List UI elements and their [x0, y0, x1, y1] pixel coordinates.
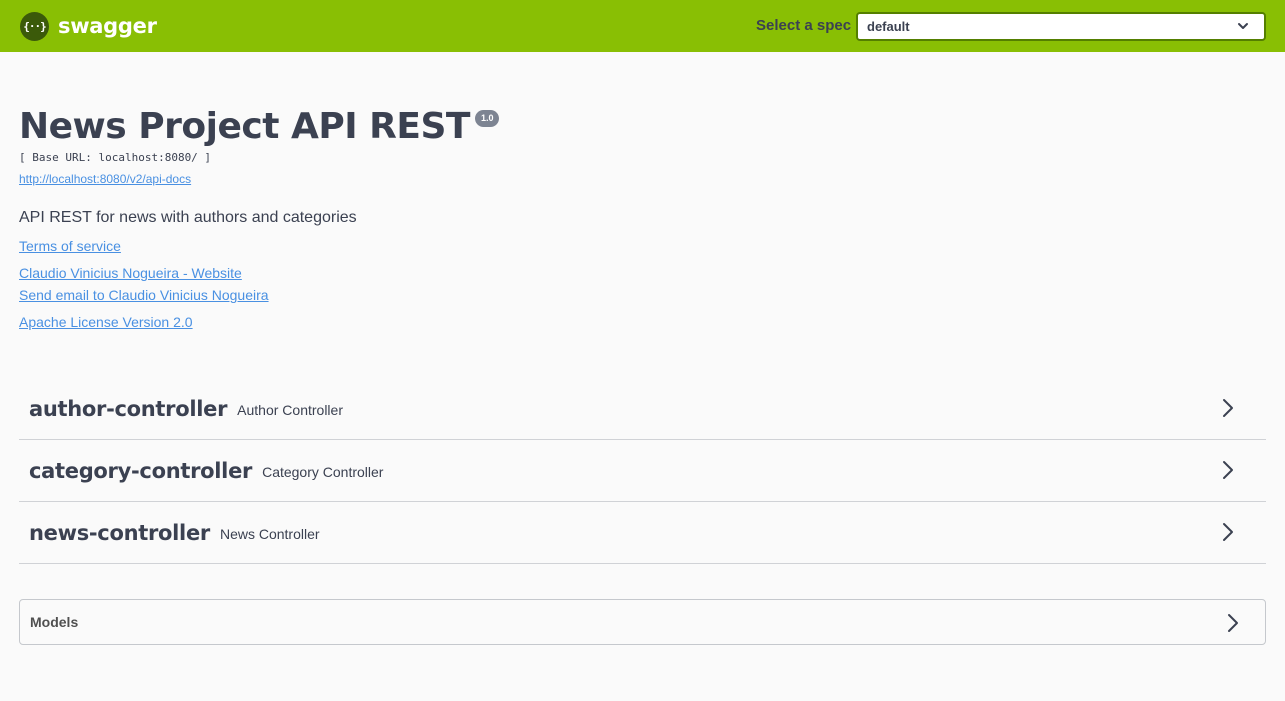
models-title: Models	[30, 614, 79, 630]
tag-name: category-controller	[29, 458, 253, 483]
api-docs-link[interactable]: http://localhost:8080/v2/api-docs	[19, 172, 191, 186]
chevron-right-icon	[1228, 614, 1238, 632]
chevron-right-icon	[1223, 399, 1233, 417]
api-description: API REST for news with authors and categ…	[19, 209, 357, 226]
contact-website-link[interactable]: Claudio Vinicius Nogueira - Website	[19, 265, 242, 281]
tag-name: news-controller	[29, 520, 210, 545]
swagger-logo-text: swagger	[58, 14, 157, 38]
base-url: [ Base URL: localhost:8080/ ]	[19, 151, 212, 164]
tag-news-controller[interactable]: news-controller News Controller	[19, 502, 1266, 564]
version-badge: 1.0	[474, 110, 500, 127]
topbar: {··} swagger Select a spec default	[0, 0, 1285, 52]
tag-description: Author Controller	[237, 401, 343, 418]
terms-of-service-link[interactable]: Terms of service	[19, 238, 121, 254]
tag-description: Category Controller	[262, 463, 384, 480]
contact-email-link[interactable]: Send email to Claudio Vinicius Nogueira	[19, 287, 269, 303]
api-title-row: News Project API REST 1.0	[19, 104, 500, 150]
spec-select-value: default	[867, 19, 910, 34]
swagger-logo-icon: {··}	[20, 12, 49, 41]
models-section[interactable]: Models	[19, 599, 1266, 645]
spec-select-label: Select a spec	[756, 17, 852, 34]
tag-name: author-controller	[29, 396, 228, 421]
chevron-down-icon	[1238, 23, 1248, 29]
license-link[interactable]: Apache License Version 2.0	[19, 314, 193, 330]
chevron-right-icon	[1223, 523, 1233, 541]
swagger-logo[interactable]: {··} swagger	[20, 12, 157, 41]
tag-author-controller[interactable]: author-controller Author Controller	[19, 378, 1266, 440]
tag-category-controller[interactable]: category-controller Category Controller	[19, 440, 1266, 502]
spec-select[interactable]: default	[856, 12, 1266, 41]
api-title: News Project API REST	[19, 106, 470, 147]
chevron-right-icon	[1223, 461, 1233, 479]
tag-description: News Controller	[219, 525, 320, 542]
